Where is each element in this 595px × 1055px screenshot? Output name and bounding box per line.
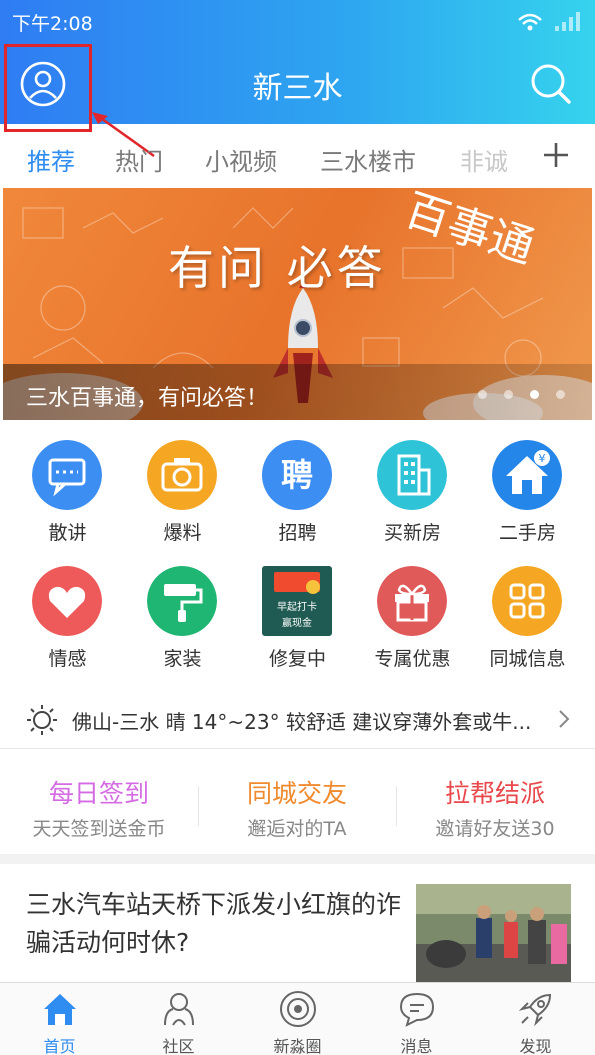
message-icon (399, 992, 435, 1027)
add-channel-icon[interactable] (541, 140, 571, 170)
street-photo-image (416, 884, 571, 982)
house-icon: ¥ (492, 440, 562, 510)
signal-wifi-icon (518, 12, 580, 31)
tab-recommend[interactable]: 推荐 (27, 142, 75, 177)
carousel-dot (504, 390, 513, 399)
feature-subtitle: 邂逅对的TA (247, 818, 347, 840)
grid-item-baoliao[interactable]: 爆料 (125, 440, 240, 552)
svg-text:¥: ¥ (539, 452, 546, 465)
sun-icon (27, 705, 57, 735)
nav-messages[interactable]: 消息 (357, 983, 476, 1055)
feature-daily-checkin[interactable]: 每日签到 天天签到送金币 (0, 764, 198, 854)
carousel-dot (478, 390, 487, 399)
camera-icon (147, 440, 217, 510)
carousel-dot (556, 390, 565, 399)
grid-label: 二手房 (498, 522, 556, 544)
community-icon (164, 993, 194, 1026)
grid-apps-icon (492, 566, 562, 636)
tab-feicheng[interactable]: 非诚 (460, 142, 508, 177)
grid-label: 同城信息 (489, 648, 566, 670)
grid-label: 买新房 (383, 522, 441, 544)
feature-title: 同城交友 (246, 779, 347, 808)
tab-hot[interactable]: 热门 (115, 142, 163, 177)
nav-label: 发现 (519, 1037, 552, 1055)
feature-title: 拉帮结派 (444, 779, 545, 808)
section-separator (0, 854, 595, 864)
banner-headline: 有问 必答 (168, 241, 387, 295)
feature-subtitle: 天天签到送金币 (32, 818, 166, 840)
channel-tabs: 推荐 热门 小视频 三水楼市 非诚 (0, 130, 595, 186)
news-thumbnail[interactable] (416, 884, 571, 982)
feature-title: 每日签到 (48, 779, 149, 808)
home-icon (44, 994, 76, 1025)
grid-label: 家装 (163, 648, 202, 670)
grid-label: 招聘 (278, 522, 317, 544)
banner-caption: 三水百事通，有问必答！ (26, 386, 269, 411)
grid-item-sanjiang[interactable]: 散讲 (10, 440, 125, 552)
grid-item-emotion[interactable]: 情感 (10, 566, 125, 678)
news-headline[interactable]: 三水汽车站天桥下派发小红旗的诈骗活动何时休? (26, 886, 406, 962)
feature-city-friends[interactable]: 同城交友 邂逅对的TA (198, 764, 396, 854)
grid-item-second-hand-house[interactable]: ¥ 二手房 (470, 440, 585, 552)
nav-label: 首页 (43, 1037, 76, 1055)
heart-icon (32, 566, 102, 636)
card-text: 赢现金 (282, 618, 312, 629)
weather-bar[interactable]: 佛山-三水 晴 14°~23° 较舒适 建议穿薄外套或牛... (0, 694, 595, 744)
grid-item-home-decor[interactable]: 家装 (125, 566, 240, 678)
status-bar: 下午2:08 (0, 0, 595, 40)
grid-label: 散讲 (48, 522, 87, 544)
divider (0, 748, 595, 749)
status-time: 下午2:08 (12, 13, 93, 35)
chat-bubble-icon (32, 440, 102, 510)
feature-invite-friends[interactable]: 拉帮结派 邀请好友送30 (396, 764, 594, 854)
search-icon[interactable] (527, 60, 573, 106)
nav-home[interactable]: 首页 (0, 983, 119, 1055)
weather-text: 佛山-三水 晴 14°~23° 较舒适 建议穿薄外套或牛... (72, 710, 532, 734)
feature-subtitle: 邀请好友送30 (435, 818, 555, 840)
card-text: 早起打卡 (277, 602, 317, 613)
grid-item-new-house[interactable]: 买新房 (355, 440, 470, 552)
grid-label: 爆料 (163, 522, 202, 544)
circle-icon (280, 991, 316, 1027)
bottom-navigation: 首页 社区 新淼圈 消息 发现 (0, 982, 595, 1055)
gift-icon (377, 566, 447, 636)
nav-label: 消息 (400, 1037, 433, 1055)
nav-xinmiao-circle[interactable]: 新淼圈 (238, 983, 357, 1055)
grid-item-zhaopin[interactable]: 聘 招聘 (240, 440, 355, 552)
grid-label: 情感 (48, 648, 87, 670)
checkin-card-icon: 早起打卡 赢现金 (262, 566, 332, 636)
annotation-highlight-box (4, 44, 92, 132)
building-icon (377, 440, 447, 510)
nav-community[interactable]: 社区 (119, 983, 238, 1055)
nav-discover[interactable]: 发现 (476, 983, 595, 1055)
nav-label: 新淼圈 (273, 1037, 322, 1055)
grid-label: 专属优惠 (374, 648, 451, 670)
chevron-right-icon (559, 710, 570, 728)
recruit-icon: 聘 (262, 440, 332, 510)
nav-label: 社区 (162, 1037, 195, 1055)
tab-short-video[interactable]: 小视频 (205, 142, 277, 177)
carousel-indicator (478, 390, 568, 402)
grid-item-city-info[interactable]: 同城信息 (470, 566, 585, 678)
tab-real-estate[interactable]: 三水楼市 (320, 142, 416, 177)
grid-item-repairing[interactable]: 早起打卡 赢现金 修复中 (240, 566, 355, 678)
grid-item-exclusive-offer[interactable]: 专属优惠 (355, 566, 470, 678)
rocket-icon (518, 993, 552, 1027)
carousel-dot-active (530, 390, 539, 399)
paint-roller-icon (147, 566, 217, 636)
grid-label: 修复中 (268, 648, 326, 670)
